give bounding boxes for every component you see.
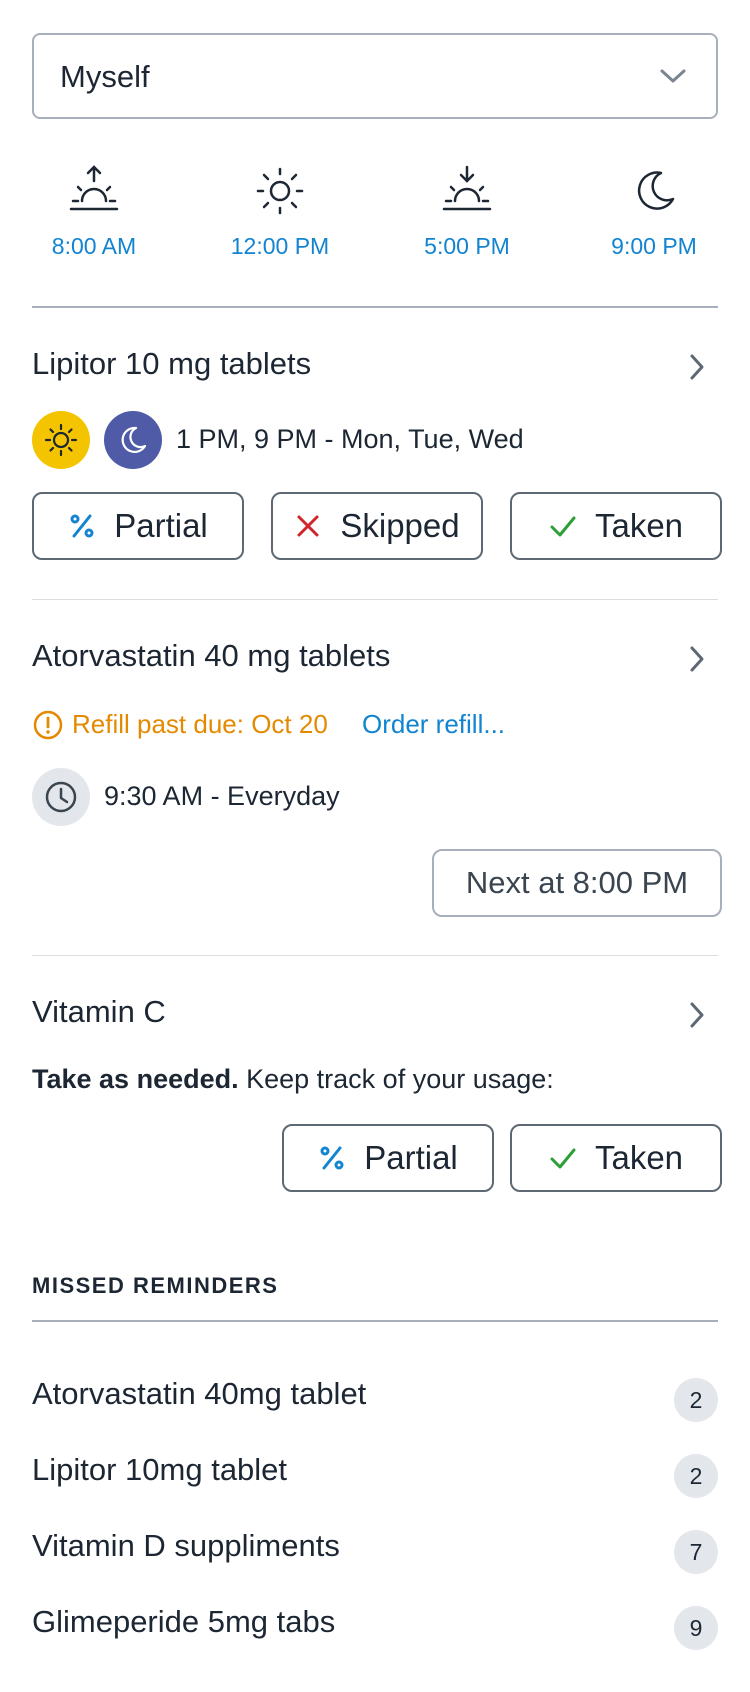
- clock-badge: [32, 768, 90, 826]
- taken-button[interactable]: Taken: [510, 1124, 722, 1192]
- check-icon: [550, 1148, 576, 1169]
- check-icon: [550, 516, 576, 537]
- time-slot-label: 8:00 AM: [51, 233, 137, 259]
- close-icon: [297, 515, 319, 537]
- divider: [32, 599, 718, 600]
- usage-note-bold: Take as needed.: [32, 1064, 239, 1094]
- moon-icon: [637, 171, 675, 210]
- person-selector-value: Myself: [60, 59, 150, 94]
- medication-name: Vitamin C: [32, 994, 166, 1029]
- person-selector[interactable]: Myself: [32, 33, 718, 119]
- order-refill-link[interactable]: Order refill...: [362, 709, 505, 740]
- sun-icon: [44, 423, 78, 457]
- partial-button[interactable]: Partial: [282, 1124, 494, 1192]
- usage-note-text: Keep track of your usage:: [238, 1064, 554, 1094]
- sunset-icon: [442, 165, 492, 211]
- next-dose-button[interactable]: Next at 8:00 PM: [432, 849, 722, 917]
- taken-label: Taken: [594, 507, 684, 544]
- chevron-down-icon: [660, 69, 686, 83]
- missed-item[interactable]: Lipitor 10mg tablet 2: [32, 1446, 718, 1506]
- medication-name: Atorvastatin 40 mg tablets: [32, 638, 391, 673]
- medication-schedule: 9:30 AM - Everyday: [104, 781, 340, 811]
- divider: [32, 1320, 718, 1322]
- missed-item[interactable]: Vitamin D suppliments 7: [32, 1522, 718, 1582]
- missed-count-badge: 7: [674, 1530, 718, 1574]
- time-slot-night[interactable]: 9:00 PM: [574, 165, 734, 260]
- partial-button[interactable]: Partial: [32, 492, 244, 560]
- clock-icon: [45, 781, 77, 813]
- time-slot-evening[interactable]: 5:00 PM: [387, 165, 547, 260]
- medication-row-atorvastatin[interactable]: Atorvastatin 40 mg tablets: [32, 636, 718, 680]
- missed-item-name: Vitamin D suppliments: [32, 1528, 340, 1563]
- partial-label: Partial: [114, 507, 208, 544]
- alert-icon: [33, 710, 63, 740]
- moon-badge: [104, 411, 162, 469]
- time-slot-morning[interactable]: 8:00 AM: [14, 165, 174, 260]
- skipped-label: Skipped: [340, 507, 460, 544]
- sun-icon: [256, 167, 304, 215]
- divider: [32, 306, 718, 308]
- medication-schedule: 1 PM, 9 PM - Mon, Tue, Wed: [176, 424, 524, 454]
- moon-icon: [121, 426, 147, 453]
- missed-count-badge: 9: [674, 1606, 718, 1650]
- sunrise-icon: [69, 165, 119, 211]
- time-slot-label: 9:00 PM: [611, 233, 697, 259]
- percent-icon: [70, 514, 94, 538]
- time-slot-label: 12:00 PM: [230, 233, 330, 259]
- missed-item-name: Atorvastatin 40mg tablet: [32, 1376, 367, 1411]
- time-slot-noon[interactable]: 12:00 PM: [200, 165, 360, 260]
- chevron-right-icon: [690, 1002, 704, 1028]
- taken-label: Taken: [594, 1139, 684, 1176]
- medication-row-lipitor[interactable]: Lipitor 10 mg tablets: [32, 344, 718, 388]
- missed-reminders-heading: MISSED REMINDERS: [32, 1273, 279, 1298]
- taken-button[interactable]: Taken: [510, 492, 722, 560]
- divider: [32, 955, 718, 956]
- usage-note: Take as needed. Keep track of your usage…: [32, 1064, 554, 1095]
- medication-name: Lipitor 10 mg tablets: [32, 346, 312, 381]
- partial-label: Partial: [364, 1139, 458, 1176]
- missed-count-badge: 2: [674, 1378, 718, 1422]
- chevron-right-icon: [690, 646, 704, 672]
- missed-item-name: Lipitor 10mg tablet: [32, 1452, 288, 1487]
- missed-item[interactable]: Atorvastatin 40mg tablet 2: [32, 1370, 718, 1430]
- time-slot-label: 5:00 PM: [424, 233, 510, 259]
- percent-icon: [320, 1146, 344, 1170]
- sun-badge: [32, 411, 90, 469]
- chevron-right-icon: [690, 354, 704, 380]
- skipped-button[interactable]: Skipped: [271, 492, 483, 560]
- medication-row-vitamin-c[interactable]: Vitamin C: [32, 992, 718, 1036]
- missed-item[interactable]: Glimeperide 5mg tabs 9: [32, 1598, 718, 1658]
- missed-count-badge: 2: [674, 1454, 718, 1498]
- missed-item-name: Glimeperide 5mg tabs: [32, 1604, 336, 1639]
- refill-warning: Refill past due: Oct 20: [72, 709, 328, 739]
